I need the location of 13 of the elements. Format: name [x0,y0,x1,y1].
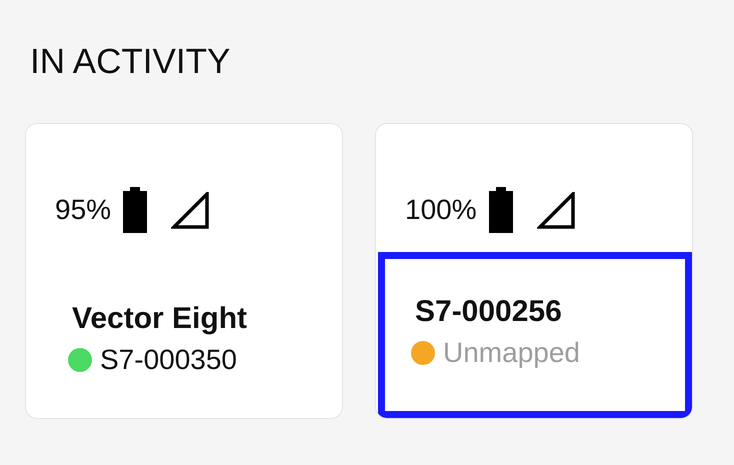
device-card[interactable]: 95% Vector Eight S7-000350 [25,123,343,419]
battery-percentage: 95% [55,193,112,227]
device-name: S7-000256 [415,294,563,330]
device-subtitle: Unmapped [443,338,580,369]
device-name: Vector Eight [72,301,248,337]
device-card[interactable]: 100% S7-000256 Unmapped [375,123,693,419]
section-title: IN ACTIVITY [30,44,232,79]
battery-percentage: 100% [405,193,477,227]
battery-icon [486,187,515,233]
device-subtitle: S7-000350 [100,345,238,376]
signal-icon [171,192,210,228]
battery-icon [121,187,150,233]
signal-icon [536,192,575,228]
